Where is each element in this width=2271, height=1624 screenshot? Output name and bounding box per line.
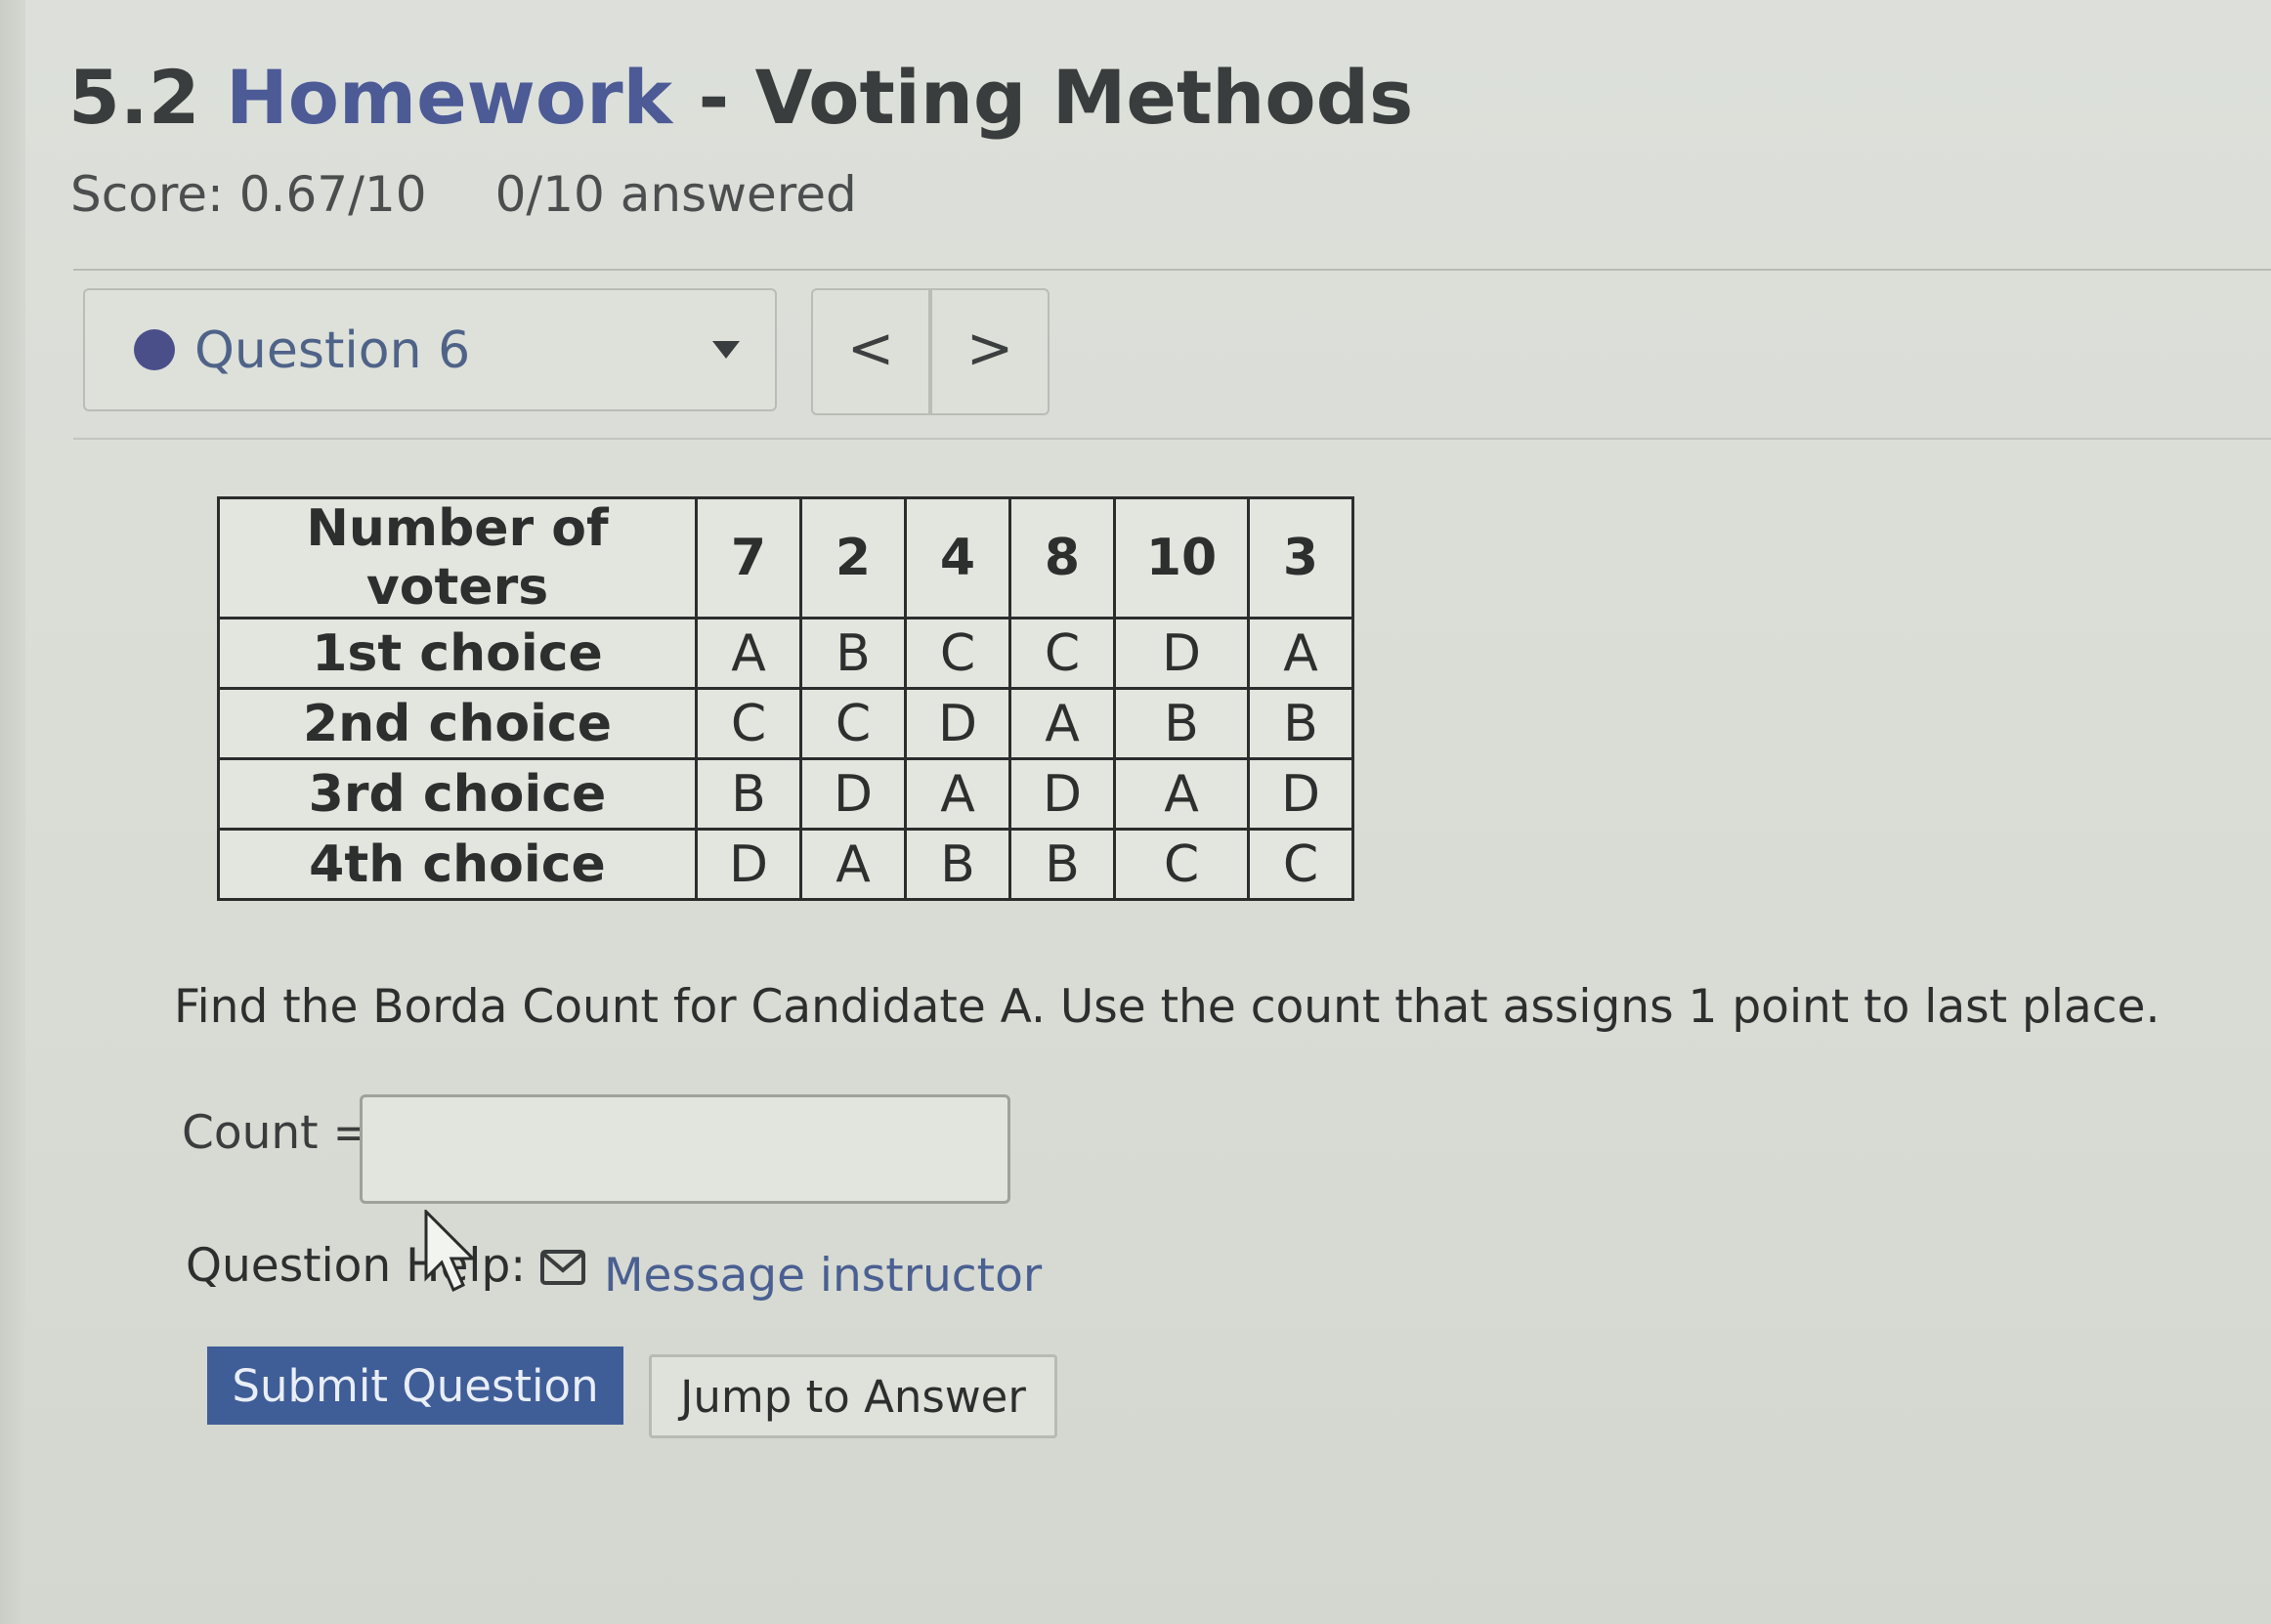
score-summary: Score: 0.67/10 0/10 answered (70, 166, 857, 223)
title-homework-word: Homework (226, 54, 673, 141)
jump-to-answer-button[interactable]: Jump to Answer (649, 1354, 1057, 1438)
table-cell: C (1008, 617, 1116, 690)
table-cell: A (904, 757, 1011, 831)
choice-rank-label: 3rd choice (217, 757, 698, 831)
table-cell: C (904, 617, 1011, 690)
mouse-pointer-icon (424, 1210, 477, 1293)
table-cell: D (1113, 617, 1250, 690)
previous-question-button[interactable]: < (811, 288, 930, 415)
table-cell: B (1008, 828, 1116, 901)
table-cell: B (695, 757, 802, 831)
question-select-label: Question 6 (194, 321, 471, 380)
table-cell: C (695, 687, 802, 760)
table-cell: D (1008, 757, 1116, 831)
table-cell: A (1113, 757, 1250, 831)
screen-left-edge (0, 0, 25, 1624)
question-prompt: Find the Borda Count for Candidate A. Us… (174, 980, 2161, 1034)
mail-icon[interactable] (539, 1249, 586, 1286)
table-row: 4th choice D A B B C C (217, 828, 1354, 901)
table-cell: C (1113, 828, 1250, 901)
table-row: 3rd choice B D A D A D (217, 757, 1354, 831)
table-row: 2nd choice C C D A B B (217, 687, 1354, 760)
table-header-row: Number of voters 7 2 4 8 10 3 (217, 496, 1354, 620)
table-header-label: Number of voters (217, 496, 698, 620)
table-cell: A (1247, 617, 1354, 690)
voter-count-cell: 2 (799, 496, 907, 620)
choice-rank-label: 4th choice (217, 828, 698, 901)
table-cell: A (799, 828, 907, 901)
table-cell: D (904, 687, 1011, 760)
count-label: Count = (182, 1106, 371, 1160)
table-cell: D (799, 757, 907, 831)
voter-count-cell: 8 (1008, 496, 1116, 620)
table-cell: C (1247, 828, 1354, 901)
table-row: 1st choice A B C C D A (217, 617, 1354, 690)
score-text: Score: 0.67/10 (70, 166, 427, 223)
table-cell: B (1247, 687, 1354, 760)
table-cell: C (799, 687, 907, 760)
voter-count-cell: 7 (695, 496, 802, 620)
table-cell: A (695, 617, 802, 690)
submit-question-button[interactable]: Submit Question (207, 1346, 623, 1425)
nav-divider (73, 438, 2271, 440)
question-select[interactable]: Question 6 (83, 288, 777, 411)
voter-count-cell: 3 (1247, 496, 1354, 620)
question-status-dot (134, 329, 175, 370)
table-cell: D (1247, 757, 1354, 831)
table-cell: A (1008, 687, 1116, 760)
table-cell: B (799, 617, 907, 690)
next-question-button[interactable]: > (930, 288, 1050, 415)
header-divider (73, 269, 2271, 271)
voter-count-cell: 10 (1113, 496, 1250, 620)
voter-count-cell: 4 (904, 496, 1011, 620)
page-title: 5.2 Homework - Voting Methods (68, 54, 1414, 141)
choice-rank-label: 2nd choice (217, 687, 698, 760)
message-instructor-link[interactable]: Message instructor (604, 1249, 1042, 1303)
choice-rank-label: 1st choice (217, 617, 698, 690)
table-cell: B (1113, 687, 1250, 760)
answered-text: 0/10 answered (494, 166, 857, 223)
table-cell: D (695, 828, 802, 901)
table-cell: B (904, 828, 1011, 901)
chevron-down-icon (712, 341, 740, 359)
preference-table: Number of voters 7 2 4 8 10 3 1st choice… (217, 496, 1354, 901)
count-answer-input[interactable] (360, 1094, 1010, 1204)
